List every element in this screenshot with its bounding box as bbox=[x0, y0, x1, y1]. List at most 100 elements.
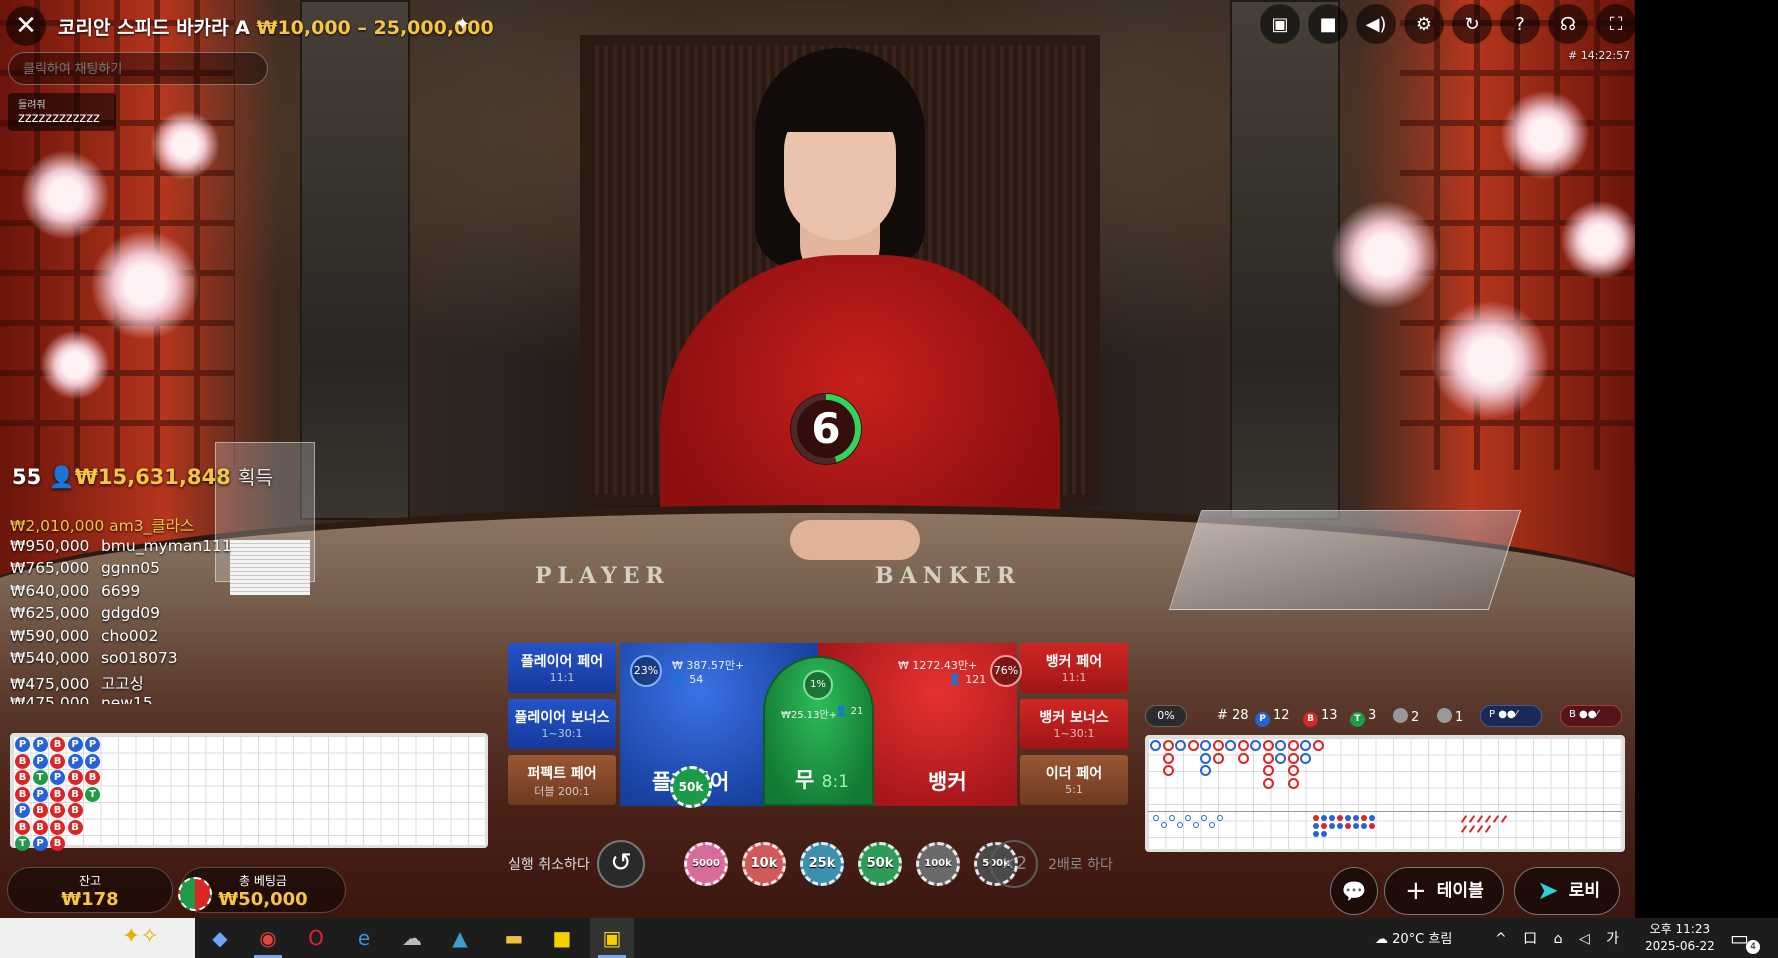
close-button[interactable]: ✕ bbox=[6, 6, 46, 46]
app-icon-2[interactable]: ▲ bbox=[438, 918, 482, 958]
sticky-notes-icon[interactable]: ■ bbox=[540, 918, 584, 958]
chat-toggle-button[interactable]: 💬 bbox=[1330, 867, 1378, 915]
bead-P: P bbox=[67, 753, 83, 769]
plus-icon: + bbox=[1405, 876, 1427, 906]
headset-icon[interactable]: ☊ bbox=[1548, 4, 1588, 44]
winner-row: ₩590,000 cho002 bbox=[10, 626, 159, 645]
derived-road-mark bbox=[1313, 831, 1319, 837]
player-predict[interactable]: P ●●⁄ bbox=[1480, 705, 1542, 727]
derived-road-mark bbox=[1484, 815, 1492, 823]
cloud-icon: ☁ bbox=[1375, 932, 1393, 947]
big-road-mark bbox=[1200, 765, 1211, 776]
bead-B: B bbox=[67, 819, 83, 835]
player-pair-bet[interactable]: 플레이어 페어 11:1 bbox=[508, 643, 616, 693]
banker-bonus-bet[interactable]: 뱅커 보너스 1~30:1 bbox=[1020, 699, 1128, 749]
weather[interactable]: ☁ 20°C 흐림 bbox=[1375, 928, 1452, 947]
chip-25k[interactable]: 25k bbox=[800, 842, 844, 886]
winners-label: 획득 bbox=[238, 467, 273, 489]
undo-label: 실행 취소하다 bbox=[508, 857, 590, 873]
chip-10k[interactable]: 10k bbox=[742, 842, 786, 886]
settings-icon[interactable]: ⚙ bbox=[1404, 4, 1444, 44]
chat-icon[interactable]: ▣ bbox=[1260, 4, 1300, 44]
game-title: 코리안 스피드 바카라 A ₩10,000 – 25,000,000 bbox=[58, 13, 494, 40]
bead-P: P bbox=[32, 836, 48, 851]
clock[interactable]: 오후 11:23 2025-06-22 bbox=[1645, 921, 1715, 955]
blossom bbox=[1500, 90, 1590, 180]
placed-chip[interactable]: 50k bbox=[670, 766, 712, 808]
stake-chip-icon bbox=[178, 877, 212, 911]
player-dot-icon: P bbox=[1255, 712, 1270, 727]
taskbar-search[interactable]: ✦✧ bbox=[0, 918, 195, 958]
discard-cards bbox=[230, 540, 310, 595]
ie-icon[interactable]: e bbox=[342, 918, 386, 958]
bead-T: T bbox=[32, 770, 48, 785]
big-road-mark bbox=[1275, 740, 1286, 751]
copilot-icon[interactable]: ◆ bbox=[198, 918, 242, 958]
bead-B: B bbox=[50, 819, 65, 835]
big-road-mark bbox=[1287, 752, 1299, 764]
stats-bar: 0% # 28 P 12 B 13 T3 2 1 P ●●⁄ B ●●⁄ bbox=[1145, 705, 1625, 729]
derived-road-mark bbox=[1209, 822, 1215, 828]
derived-road-mark bbox=[1321, 815, 1327, 821]
big-road-mark bbox=[1287, 740, 1299, 751]
big-road-mark bbox=[1162, 752, 1174, 764]
video-icon[interactable]: ■ bbox=[1308, 4, 1348, 44]
file-explorer-icon[interactable]: ▬ bbox=[492, 918, 536, 958]
top-toolbar: ▣ ■ ◀) ⚙ ↻ ? ☊ ⛶ bbox=[1260, 4, 1636, 44]
help-icon[interactable]: ? bbox=[1500, 4, 1540, 44]
bead-P: P bbox=[15, 737, 30, 752]
fullscreen-icon[interactable]: ⛶ bbox=[1596, 4, 1636, 44]
derived-road-mark bbox=[1345, 815, 1351, 821]
bead-P: P bbox=[32, 737, 48, 752]
app-icon[interactable]: ☁ bbox=[390, 918, 434, 958]
tie-count: 👤 21 bbox=[835, 706, 864, 717]
bead-road[interactable]: PBBBPBTPPTPBBPBBPBBBBPPBBBBPPBT bbox=[10, 733, 488, 851]
history-icon[interactable]: ↻ bbox=[1452, 4, 1492, 44]
big-road-mark bbox=[1287, 777, 1299, 789]
chip-5000[interactable]: 5000 bbox=[684, 842, 728, 886]
banker-dot-icon: B bbox=[1303, 712, 1318, 727]
big-road-mark bbox=[1250, 740, 1261, 751]
add-table-button[interactable]: + 테이블 bbox=[1384, 867, 1504, 915]
player-count: 👤 54 bbox=[672, 673, 704, 686]
opera-icon[interactable]: O bbox=[294, 918, 338, 958]
bead-B: B bbox=[85, 770, 100, 785]
big-road[interactable] bbox=[1145, 735, 1625, 852]
winner-row: ₩765,000 ggnn05 bbox=[10, 559, 160, 577]
either-pair-bet[interactable]: 이더 페어 5:1 bbox=[1020, 755, 1128, 805]
derived-road-mark bbox=[1353, 823, 1359, 829]
banker-pair-count: 1 bbox=[1437, 708, 1463, 725]
blossom bbox=[1430, 300, 1550, 420]
chat-message-user: 들려줘 bbox=[18, 100, 46, 111]
big-road-mark bbox=[1212, 740, 1224, 751]
derived-road-mark bbox=[1460, 815, 1468, 823]
derived-road-mark bbox=[1169, 815, 1175, 821]
chat-input[interactable] bbox=[8, 52, 268, 85]
winners-count: 55 bbox=[12, 465, 42, 489]
volume-icon[interactable]: ◀) bbox=[1356, 4, 1396, 44]
player-amount: ₩ 387.57만+ bbox=[672, 659, 745, 672]
banker-predict[interactable]: B ●●⁄ bbox=[1560, 705, 1622, 727]
tie-bet[interactable]: 1% ₩25.13만+ 👤 21 무 8:1 bbox=[763, 656, 874, 806]
double-button[interactable]: ×2 bbox=[990, 840, 1038, 888]
system-tray[interactable]: ^ 口 ⌂ ◁ 가 bbox=[1495, 928, 1625, 948]
banker-pair-bet[interactable]: 뱅커 페어 11:1 bbox=[1020, 643, 1128, 693]
stats-percent[interactable]: 0% bbox=[1145, 705, 1187, 727]
derived-road-mark bbox=[1500, 815, 1508, 823]
derived-road-mark bbox=[1369, 823, 1375, 829]
undo-button[interactable]: ↺ bbox=[597, 840, 645, 888]
winner-row: ₩475,000 new15 bbox=[10, 694, 153, 704]
chrome-icon[interactable]: ◉ bbox=[246, 918, 290, 958]
winner-row: ₩475,000 고고싱 bbox=[10, 674, 144, 693]
bead-B: B bbox=[15, 753, 30, 769]
pin-icon[interactable]: ✦ bbox=[455, 14, 470, 35]
chip-50k[interactable]: 50k bbox=[858, 842, 902, 886]
player-wins: P 12 bbox=[1255, 708, 1290, 727]
bead-B: B bbox=[15, 819, 30, 835]
chip-100k[interactable]: 100k bbox=[916, 842, 960, 886]
perfect-pair-bet[interactable]: 퍼펙트 페어 더블 200:1 bbox=[508, 755, 616, 805]
lobby-button[interactable]: ➤ 로비 bbox=[1514, 867, 1620, 915]
kakaotalk-icon[interactable]: ▣ bbox=[590, 918, 634, 958]
notification-badge: 4 bbox=[1746, 940, 1760, 954]
player-bonus-bet[interactable]: 플레이어 보너스 1~30:1 bbox=[508, 699, 616, 749]
